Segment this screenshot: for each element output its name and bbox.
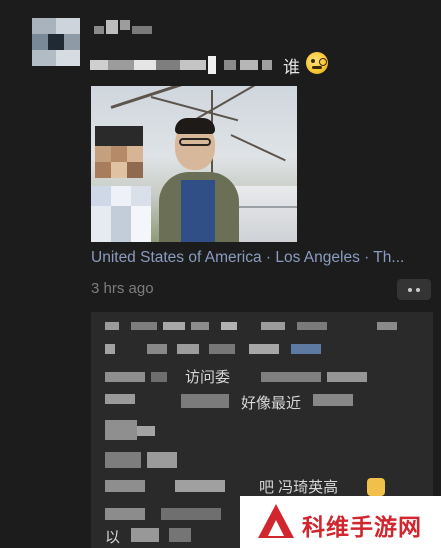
author-name-redacted[interactable] xyxy=(92,16,162,36)
more-options-icon xyxy=(416,288,420,292)
comment-fragment: 以 xyxy=(105,529,121,546)
text-pixel xyxy=(240,60,258,70)
post-timestamp: 3 hrs ago xyxy=(91,280,154,297)
avatar-pixel xyxy=(32,18,56,34)
text-pixel xyxy=(90,60,108,70)
person-glasses xyxy=(179,138,211,146)
post-photo[interactable] xyxy=(91,86,297,242)
text-pixel xyxy=(224,60,236,70)
text-pixel xyxy=(262,60,272,70)
name-pixel xyxy=(106,20,118,34)
pixelated-person xyxy=(91,126,159,242)
text-pixel xyxy=(108,60,134,70)
watermark-text: 科维手游网 xyxy=(302,514,422,540)
tree-branch xyxy=(110,86,226,109)
avatar-pixel xyxy=(56,18,80,34)
watermark-logo-inner xyxy=(268,520,284,536)
avatar-pixel xyxy=(32,50,56,66)
more-options-button[interactable] xyxy=(397,279,431,300)
name-pixel xyxy=(94,26,104,34)
text-pixel xyxy=(208,56,216,74)
cat-emoji-icon xyxy=(367,478,385,496)
name-pixel xyxy=(132,26,152,34)
person-hair xyxy=(175,118,215,134)
avatar-pixel xyxy=(32,34,48,50)
text-pixel xyxy=(134,60,156,70)
tree-branch xyxy=(230,134,286,162)
post-text-redacted xyxy=(90,54,340,76)
avatar-pixel xyxy=(56,50,80,66)
location-link[interactable]: United States of America · Los Angeles ·… xyxy=(91,249,404,267)
post-text-visible: 谁 xyxy=(283,58,300,77)
moments-screen: 谁 United States of America · Los Angeles… xyxy=(0,0,441,548)
text-pixel xyxy=(156,60,180,70)
text-pixel xyxy=(180,60,206,70)
avatar-pixel xyxy=(48,34,64,50)
comment-fragment: 访问委 xyxy=(185,369,231,386)
face-with-monocle-icon xyxy=(306,52,328,74)
person-shirt xyxy=(181,180,215,242)
more-options-icon xyxy=(408,288,412,292)
comment-fragment: 吧 冯琦英高 xyxy=(259,479,339,496)
avatar-pixel xyxy=(64,34,80,50)
comment-fragment: 好像最近 xyxy=(241,395,302,412)
name-pixel xyxy=(120,20,130,30)
author-avatar[interactable] xyxy=(32,18,80,66)
watermark: 科维手游网 xyxy=(240,496,441,548)
